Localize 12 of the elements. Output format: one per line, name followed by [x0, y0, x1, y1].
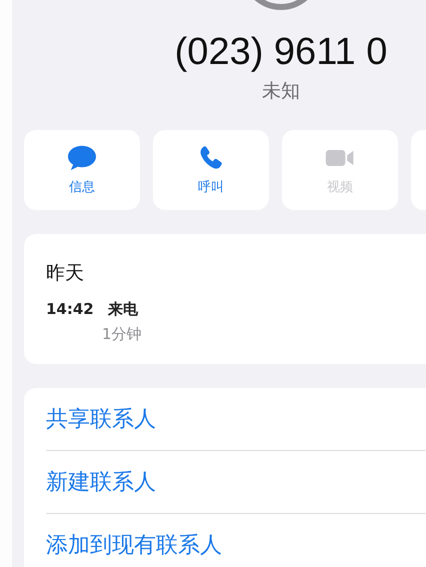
call-duration: 1分钟: [102, 325, 143, 344]
action-button[interactable]: 信息: [24, 130, 140, 210]
contact-option[interactable]: 新建联系人: [46, 467, 156, 497]
caller-label: 未知: [262, 79, 300, 104]
call-type: 来电: [108, 300, 138, 319]
recents-day: 昨天: [46, 260, 426, 286]
contact-option[interactable]: 共享联系人: [46, 404, 156, 434]
action-button[interactable]: 呼叫: [153, 130, 269, 210]
contact-option[interactable]: 添加到现有联系人: [46, 530, 222, 560]
chat-bubble-icon: [66, 144, 98, 172]
phone-number: (023) 9611 0: [174, 30, 388, 74]
call-time: 14:42: [46, 300, 94, 319]
